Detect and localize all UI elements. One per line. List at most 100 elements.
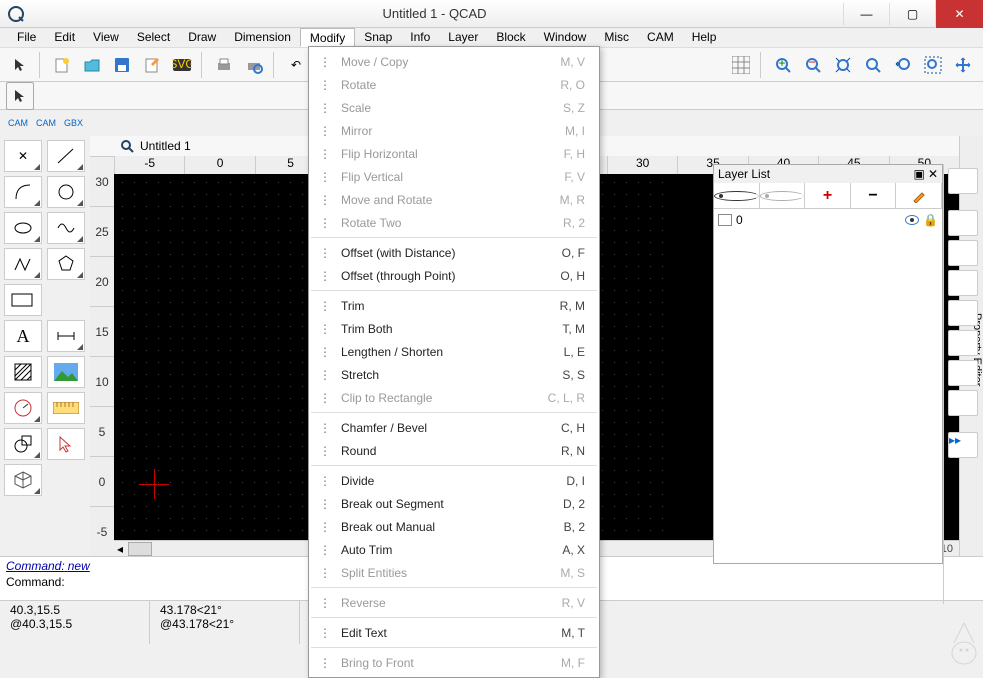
svg-button[interactable]: SVG	[168, 51, 196, 79]
arc-tool[interactable]	[4, 176, 42, 208]
menuitem-icon: ⋮	[317, 519, 333, 535]
rs-btn-1[interactable]	[948, 168, 978, 194]
grid-toggle[interactable]	[727, 51, 755, 79]
cam-btn-2[interactable]: CAM	[36, 118, 56, 128]
print-preview-button[interactable]	[240, 51, 268, 79]
menuitem-icon: ⋮	[317, 443, 333, 459]
rs-btn-9[interactable]: ▸▸	[948, 432, 978, 458]
zoom-selection-button[interactable]	[859, 51, 887, 79]
rs-btn-7[interactable]	[948, 360, 978, 386]
rectangle-tool[interactable]	[4, 284, 42, 316]
rs-btn-8[interactable]	[948, 390, 978, 416]
menu-draw[interactable]: Draw	[179, 28, 225, 47]
cam-btn-1[interactable]: CAM	[8, 118, 28, 128]
rs-btn-5[interactable]	[948, 300, 978, 326]
image-tool[interactable]	[47, 356, 85, 388]
menuitem-lengthen-shorten[interactable]: ⋮Lengthen / ShortenL, E	[309, 340, 599, 363]
menu-layer[interactable]: Layer	[439, 28, 487, 47]
menuitem-offset-with-distance-[interactable]: ⋮Offset (with Distance)O, F	[309, 241, 599, 264]
iso-tool[interactable]	[4, 464, 42, 496]
zoom-window-button[interactable]	[919, 51, 947, 79]
menu-misc[interactable]: Misc	[595, 28, 638, 47]
menuitem-icon: ⋮	[317, 390, 333, 406]
menu-cam[interactable]: CAM	[638, 28, 683, 47]
layer-remove[interactable]: −	[851, 183, 897, 208]
menu-dimension[interactable]: Dimension	[225, 28, 300, 47]
menuitem-round[interactable]: ⋮RoundR, N	[309, 439, 599, 462]
menuitem-chamfer-bevel[interactable]: ⋮Chamfer / BevelC, H	[309, 416, 599, 439]
eye-icon[interactable]	[905, 215, 919, 225]
pointer-button[interactable]	[6, 51, 34, 79]
menuitem-flip-horizontal: ⋮Flip HorizontalF, H	[309, 142, 599, 165]
menuitem-divide[interactable]: ⋮DivideD, I	[309, 469, 599, 492]
rs-btn-2[interactable]	[948, 210, 978, 236]
menuitem-icon: ⋮	[317, 321, 333, 337]
menu-block[interactable]: Block	[487, 28, 534, 47]
minimize-button[interactable]: —	[843, 3, 889, 25]
menuitem-icon: ⋮	[317, 169, 333, 185]
menuitem-auto-trim[interactable]: ⋮Auto TrimA, X	[309, 538, 599, 561]
layer-list-tab[interactable]: Layer List	[677, 248, 699, 302]
text-tool[interactable]: A	[4, 320, 42, 352]
point-tool[interactable]: ✕	[4, 140, 42, 172]
zoom-extent-button[interactable]	[829, 51, 857, 79]
document-title: Untitled 1	[140, 139, 191, 153]
spline-tool[interactable]	[47, 212, 85, 244]
menuitem-trim-both[interactable]: ⋮Trim BothT, M	[309, 317, 599, 340]
menuitem-edit-text[interactable]: ⋮Edit TextM, T	[309, 621, 599, 644]
menu-modify[interactable]: Modify	[300, 28, 355, 47]
menuitem-offset-through-point-[interactable]: ⋮Offset (through Point)O, H	[309, 264, 599, 287]
zoom-in-button[interactable]: +	[769, 51, 797, 79]
menu-help[interactable]: Help	[683, 28, 726, 47]
layer-dock-icon[interactable]: ▣	[914, 167, 925, 181]
menu-info[interactable]: Info	[401, 28, 439, 47]
menu-select[interactable]: Select	[128, 28, 179, 47]
lock-icon[interactable]: 🔒	[923, 213, 938, 227]
dimension-tool[interactable]	[47, 320, 85, 352]
menu-file[interactable]: File	[8, 28, 45, 47]
menuitem-icon: ⋮	[317, 192, 333, 208]
layer-add[interactable]: +	[805, 183, 851, 208]
menu-edit[interactable]: Edit	[45, 28, 84, 47]
polygon-tool[interactable]	[47, 248, 85, 280]
ellipse-tool[interactable]	[4, 212, 42, 244]
ruler-tool[interactable]	[47, 392, 85, 424]
close-button[interactable]: ✕	[935, 0, 983, 28]
layer-edit[interactable]	[896, 183, 942, 208]
pan-button[interactable]	[949, 51, 977, 79]
layer-color-swatch	[718, 214, 732, 226]
rs-btn-4[interactable]	[948, 270, 978, 296]
menu-window[interactable]: Window	[535, 28, 596, 47]
rs-btn-3[interactable]	[948, 240, 978, 266]
svg-text:SVG: SVG	[172, 57, 192, 71]
line-tool[interactable]	[47, 140, 85, 172]
menuitem-break-out-segment[interactable]: ⋮Break out SegmentD, 2	[309, 492, 599, 515]
layer-visible-all[interactable]	[714, 183, 760, 208]
rs-btn-6[interactable]	[948, 330, 978, 356]
maximize-button[interactable]: ▢	[889, 3, 935, 25]
menu-view[interactable]: View	[84, 28, 128, 47]
zoom-out-button[interactable]: −	[799, 51, 827, 79]
save-button[interactable]	[108, 51, 136, 79]
new-button[interactable]	[48, 51, 76, 79]
layer-close-icon[interactable]: ✕	[928, 167, 938, 181]
modify-shape-tool[interactable]	[4, 428, 42, 460]
edit-button[interactable]	[138, 51, 166, 79]
measure-tool[interactable]	[4, 392, 42, 424]
menu-snap[interactable]: Snap	[355, 28, 401, 47]
layer-visible-toggle[interactable]	[760, 183, 806, 208]
menuitem-trim[interactable]: ⋮TrimR, M	[309, 294, 599, 317]
polyline-tool[interactable]	[4, 248, 42, 280]
print-button[interactable]	[210, 51, 238, 79]
gbx-btn[interactable]: GBX	[64, 118, 83, 128]
hatch-tool[interactable]	[4, 356, 42, 388]
menuitem-break-out-manual[interactable]: ⋮Break out ManualB, 2	[309, 515, 599, 538]
zoom-prev-button[interactable]	[889, 51, 917, 79]
pointer-button-2[interactable]	[6, 82, 34, 110]
undo-button[interactable]: ↶	[282, 51, 310, 79]
open-button[interactable]	[78, 51, 106, 79]
select-pointer-tool[interactable]	[47, 428, 85, 460]
menuitem-stretch[interactable]: ⋮StretchS, S	[309, 363, 599, 386]
circle-tool[interactable]	[47, 176, 85, 208]
layer-item[interactable]: 0 🔒	[716, 211, 940, 229]
